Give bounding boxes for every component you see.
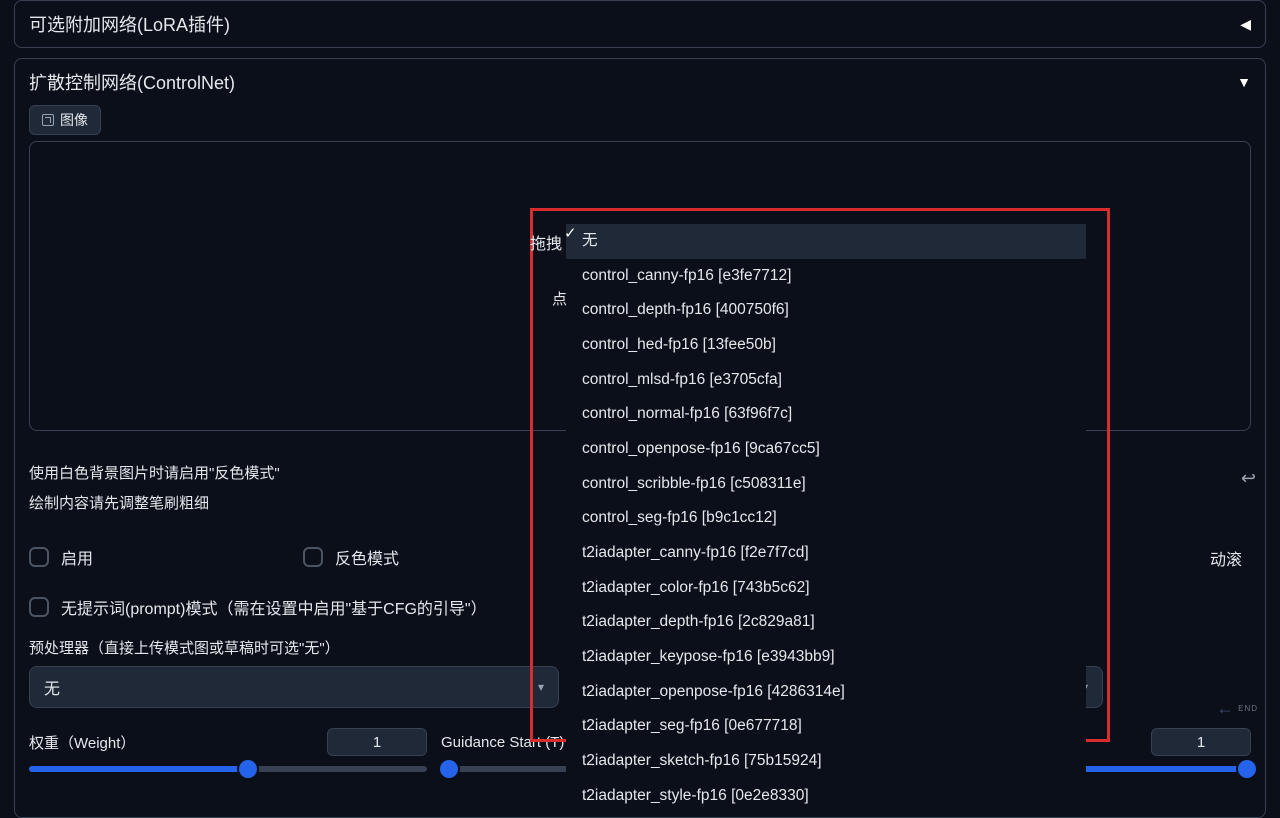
scroll-label-fragment: 动滚	[1210, 546, 1242, 570]
dropdown-item[interactable]: control_depth-fp16 [400750f6]	[566, 293, 1086, 328]
dropdown-item[interactable]: control_canny-fp16 [e3fe7712]	[566, 259, 1086, 294]
noprompt-label: 无提示词(prompt)模式（需在设置中启用"基于CFG的引导"）	[61, 595, 487, 619]
lora-title: 可选附加网络(LoRA插件)	[29, 11, 230, 37]
dropzone-text-fragment: 拖拽	[530, 230, 562, 254]
noprompt-checkbox[interactable]	[29, 597, 49, 617]
dropdown-item[interactable]: t2iadapter_depth-fp16 [2c829a81]	[566, 605, 1086, 640]
dropdown-item[interactable]: control_seg-fp16 [b9c1cc12]	[566, 501, 1086, 536]
dropdown-item[interactable]: control_scribble-fp16 [c508311e]	[566, 467, 1086, 502]
model-dropdown[interactable]: ✓ 无 control_canny-fp16 [e3fe7712] contro…	[566, 224, 1086, 813]
invert-label: 反色模式	[335, 545, 399, 569]
invert-checkbox[interactable]	[303, 547, 323, 567]
dropdown-item[interactable]: control_normal-fp16 [63f96f7c]	[566, 397, 1086, 432]
collapse-down-icon: ▼	[1237, 74, 1251, 90]
preproc-label: 预处理器（直接上传模式图或草稿时可选"无"）	[29, 637, 559, 658]
enable-checkbox[interactable]	[29, 547, 49, 567]
weight-value[interactable]: 1	[327, 728, 427, 756]
dropdown-item[interactable]: t2iadapter_style-fp16 [0e2e8330]	[566, 779, 1086, 814]
enable-label: 启用	[61, 545, 93, 569]
dropdown-item[interactable]: 无	[566, 224, 1086, 259]
check-icon: ✓	[564, 224, 577, 242]
dropdown-item[interactable]: control_mlsd-fp16 [e3705cfa]	[566, 363, 1086, 398]
dropdown-item[interactable]: t2iadapter_color-fp16 [743b5c62]	[566, 571, 1086, 606]
dropdown-item[interactable]: t2iadapter_keypose-fp16 [e3943bb9]	[566, 640, 1086, 675]
dropdown-item[interactable]: t2iadapter_openpose-fp16 [4286314e]	[566, 675, 1086, 710]
image-icon	[42, 114, 54, 126]
dropdown-item[interactable]: control_openpose-fp16 [9ca67cc5]	[566, 432, 1086, 467]
weight-slider[interactable]	[29, 766, 427, 772]
lora-panel[interactable]: 可选附加网络(LoRA插件) ◀	[14, 0, 1266, 48]
arrow-left-icon: ←	[1216, 698, 1234, 719]
image-tab-label: 图像	[60, 110, 88, 130]
gend-value[interactable]: 1	[1151, 728, 1251, 756]
weight-label: 权重（Weight）	[29, 732, 135, 753]
undo-icon[interactable]: ↩	[1241, 468, 1256, 489]
controlnet-header[interactable]: 扩散控制网络(ControlNet) ▼	[29, 69, 1251, 95]
dropzone-text-fragment: 点	[552, 288, 567, 309]
preproc-value: 无	[44, 675, 60, 699]
preproc-select[interactable]: 无 ▾	[29, 666, 559, 708]
dropdown-item[interactable]: t2iadapter_sketch-fp16 [75b15924]	[566, 744, 1086, 779]
dropdown-item[interactable]: t2iadapter_canny-fp16 [f2e7f7cd]	[566, 536, 1086, 571]
controlnet-title: 扩散控制网络(ControlNet)	[29, 69, 235, 95]
end-label: END	[1238, 704, 1258, 713]
back-end-button[interactable]: ← END	[1216, 698, 1258, 719]
collapse-left-icon: ◀	[1240, 16, 1251, 33]
dropdown-item[interactable]: t2iadapter_seg-fp16 [0e677718]	[566, 709, 1086, 744]
lora-panel-header[interactable]: 可选附加网络(LoRA插件) ◀	[29, 11, 1251, 37]
image-tab[interactable]: 图像	[29, 105, 101, 135]
dropdown-item[interactable]: control_hed-fp16 [13fee50b]	[566, 328, 1086, 363]
